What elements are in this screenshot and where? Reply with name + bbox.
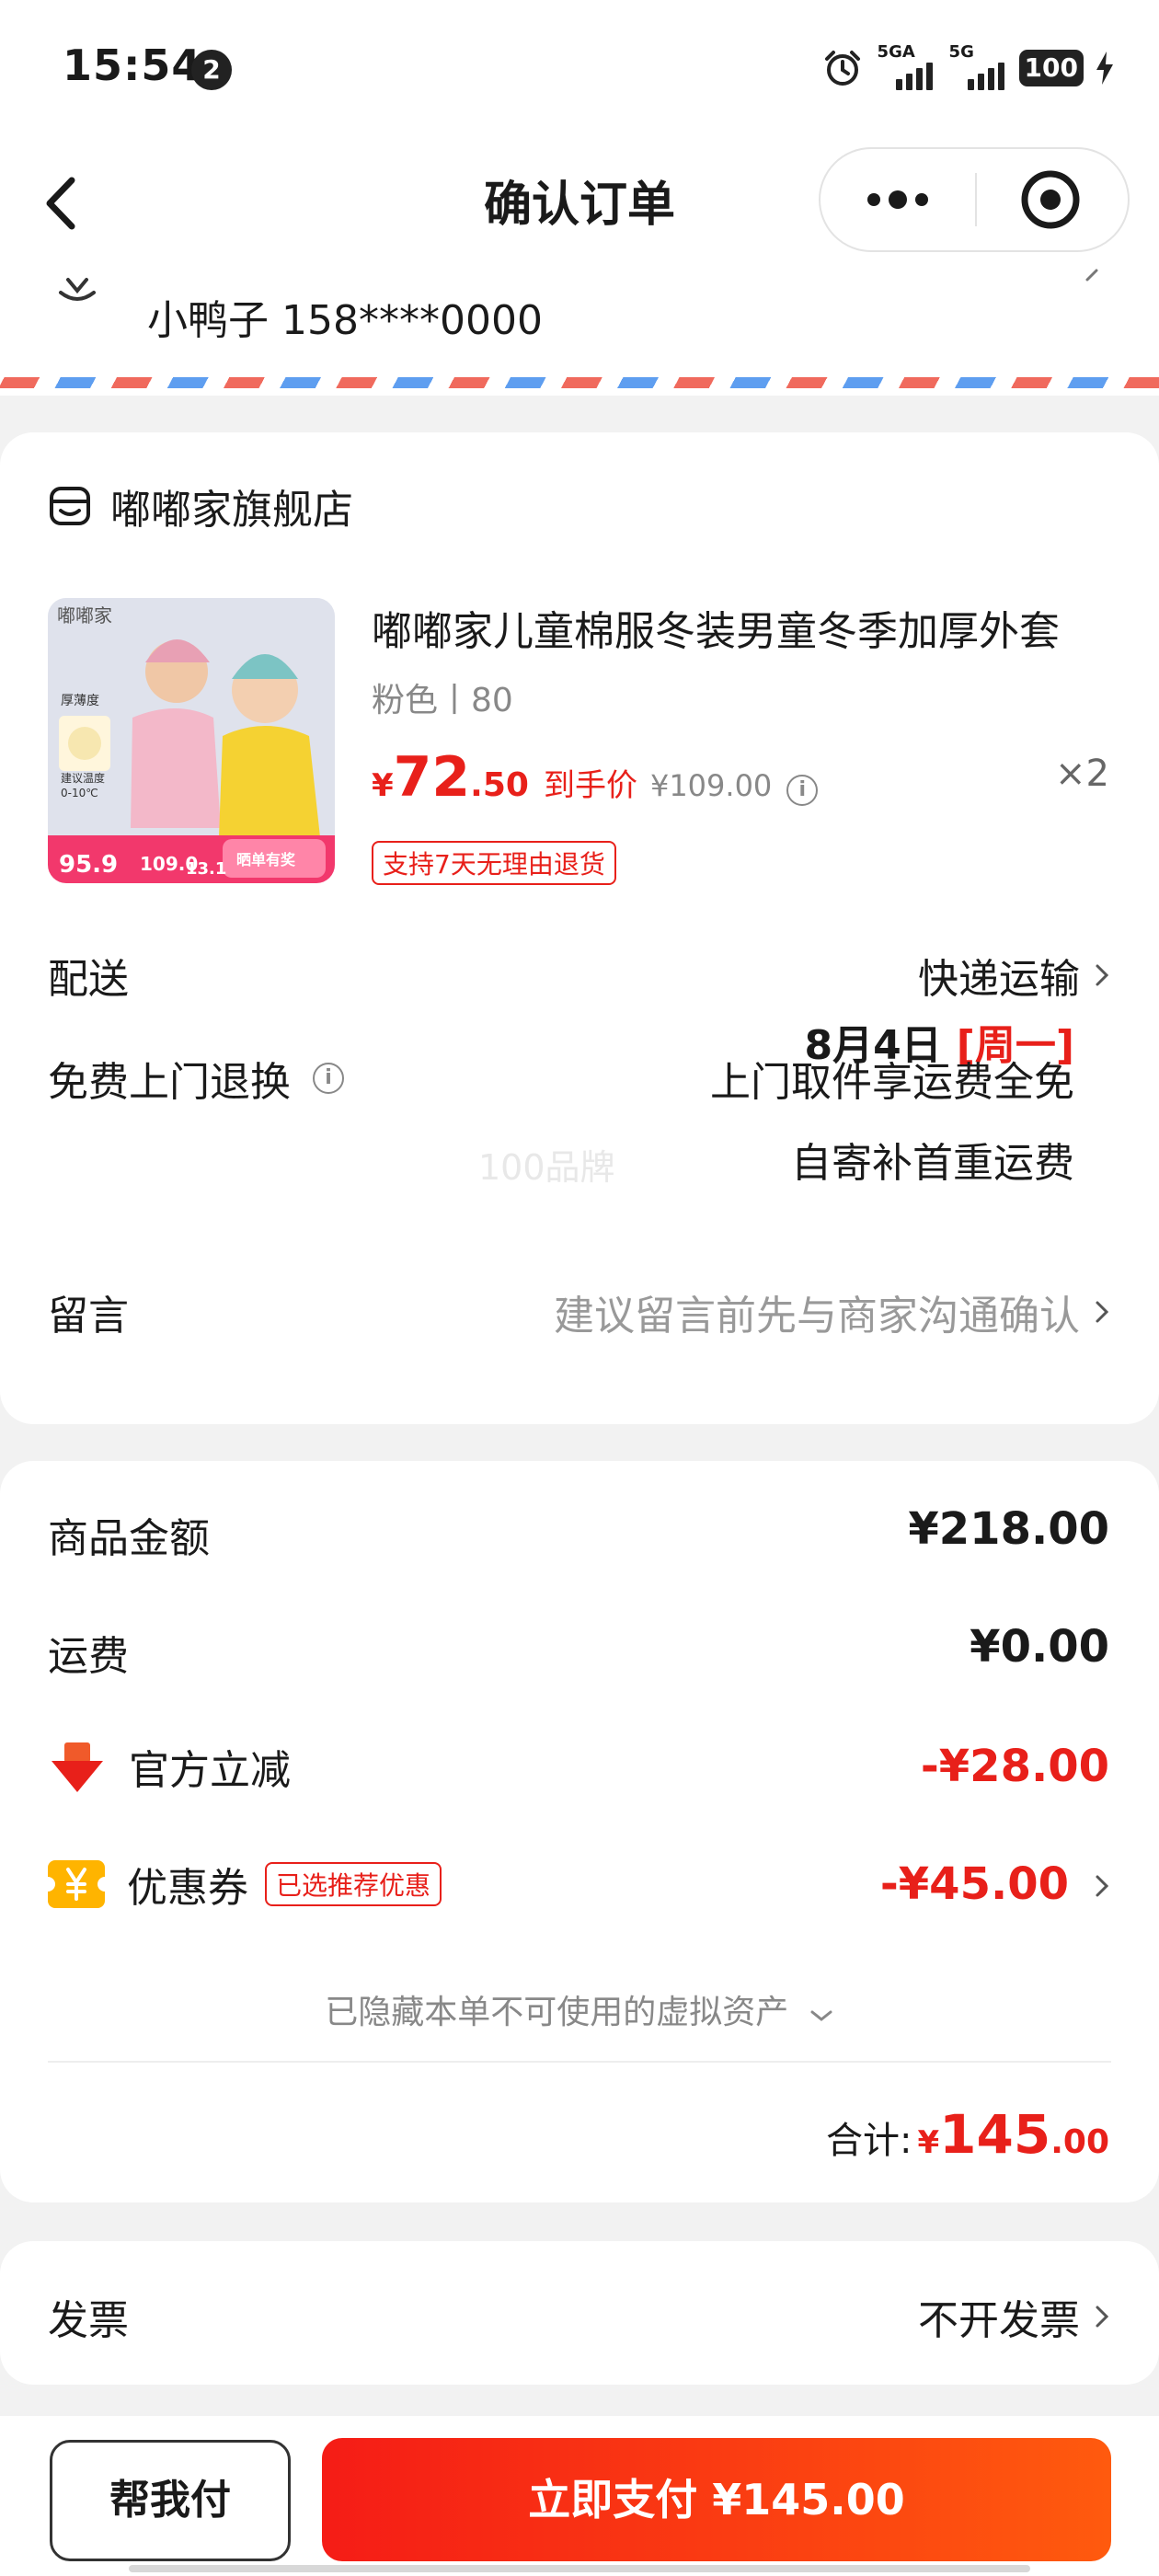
price-currency: ¥ xyxy=(372,767,394,804)
official-discount-value: -¥28.00 xyxy=(920,1741,1109,1792)
goods-amount-text: 商品金额 xyxy=(48,1515,210,1562)
store-header[interactable]: 嘟嘟家旗舰店 xyxy=(48,477,353,535)
price-row: ¥ 72 .50 到手价 ¥109.00 i xyxy=(372,745,819,810)
invoice-value-row: 不开发票 xyxy=(918,2287,1109,2346)
charging-icon xyxy=(1096,52,1113,85)
hidden-assets-text: 已隐藏本单不可使用的虚拟资产 xyxy=(325,1994,789,2031)
total-integer: 145 xyxy=(939,2103,1051,2166)
thumb-badge: 晒单有奖 xyxy=(236,851,296,868)
message-input[interactable]: 建议留言前先与商家沟通确认 xyxy=(554,1282,1109,1341)
address-contact: 小鸭子 158****0000 xyxy=(147,297,543,344)
coupon-row[interactable]: 优惠券 已选推荐优惠 xyxy=(48,1855,442,1914)
target-close-icon xyxy=(1021,170,1080,229)
nav-bar: 确认订单 xyxy=(0,138,1159,267)
official-discount-row: 官方立减 xyxy=(48,1737,291,1796)
watermark-text: 100品牌 xyxy=(478,1147,615,1188)
thumb-temp-range: 0-10℃ xyxy=(61,787,98,799)
chevron-right-icon xyxy=(1096,1875,1109,1897)
total-currency: ¥ xyxy=(917,2124,940,2161)
chevron-left-icon xyxy=(46,177,75,230)
shipping-value: ¥0.00 xyxy=(970,1621,1109,1673)
back-button[interactable] xyxy=(37,171,92,236)
home-indicator xyxy=(129,2565,1030,2572)
help-me-pay-button[interactable]: 帮我付 xyxy=(50,2440,291,2561)
shipping-text: 运费 xyxy=(48,1633,129,1680)
bottom-action-bar: 帮我付 立即支付 ¥145.00 xyxy=(0,2416,1159,2576)
status-time: 15:54 xyxy=(63,40,202,90)
alarm-icon xyxy=(824,51,860,86)
product-thumbnail-art: 嘟嘟家 厚薄度 建议温度 0-10℃ 95.9 109.0 13.1 晒单有奖 xyxy=(48,598,335,883)
thumb-price-a: 95.9 xyxy=(59,851,118,879)
product-image[interactable]: 嘟嘟家 厚薄度 建议温度 0-10℃ 95.9 109.0 13.1 晒单有奖 xyxy=(48,598,335,883)
down-arrow-discount-icon xyxy=(52,1742,103,1792)
order-total: 合计: ¥ 145 .00 xyxy=(826,2103,1109,2166)
product-spec: 粉色丨80 xyxy=(372,682,513,719)
more-button[interactable] xyxy=(820,149,975,250)
thumb-feature-text: 厚薄度 xyxy=(61,694,99,708)
coupon-value[interactable]: -¥45.00 xyxy=(880,1858,1069,1910)
notification-badge: 2 xyxy=(191,50,232,90)
thumb-temp-label: 建议温度 xyxy=(61,771,105,785)
delivery-method: 快递运输 xyxy=(918,956,1080,1003)
amount-card: 商品金额 ¥218.00 运费 ¥0.00 官方立减 -¥28.00 优惠券 已… xyxy=(0,1461,1159,2202)
message-label: 留言 xyxy=(48,1293,129,1340)
chevron-right-icon xyxy=(1096,1301,1109,1323)
free-return-row: 免费上门退换 i xyxy=(48,1049,344,1108)
store-name: 嘟嘟家旗舰店 xyxy=(110,487,353,534)
status-bar: 15:54 2 5GA 5G 100 xyxy=(0,0,1159,138)
store-icon xyxy=(50,487,90,525)
address-section[interactable]: 小鸭子 158****0000 xyxy=(0,267,1159,396)
goods-amount-label: 商品金额 xyxy=(48,1505,210,1564)
final-price-label: 到手价 xyxy=(543,767,637,804)
total-decimal: .00 xyxy=(1050,2123,1109,2161)
info-icon[interactable]: i xyxy=(313,1063,344,1094)
chevron-right-icon xyxy=(1096,964,1109,986)
official-discount-label: 官方立减 xyxy=(129,1747,291,1794)
thumb-price-c: 13.1 xyxy=(186,859,226,879)
divider xyxy=(48,2061,1111,2063)
goods-amount-value: ¥218.00 xyxy=(908,1503,1109,1555)
delivery-method-row[interactable]: 快递运输 xyxy=(918,946,1109,1005)
coupon-label: 优惠券 xyxy=(127,1865,248,1912)
original-price: ¥109.00 xyxy=(649,768,773,803)
chevron-right-icon xyxy=(1085,269,1098,282)
status-icons: 5GA 5G 100 xyxy=(822,42,1113,94)
battery-icon: 100 xyxy=(1018,50,1084,86)
coupon-recommended-tag: 已选推荐优惠 xyxy=(265,1862,442,1906)
free-return-label: 免费上门退换 xyxy=(48,1059,291,1106)
network-label-2: 5G xyxy=(948,42,974,62)
price-integer: 72 xyxy=(393,745,471,810)
hidden-assets-toggle[interactable]: 已隐藏本单不可使用的虚拟资产 xyxy=(0,1985,1159,2033)
chevron-right-icon xyxy=(1096,2306,1109,2328)
product-title[interactable]: 嘟嘟家儿童棉服冬装男童冬季加厚外套 xyxy=(372,598,1107,657)
location-pin-icon xyxy=(59,278,96,301)
delivery-label: 配送 xyxy=(48,956,129,1003)
pay-now-button[interactable]: 立即支付 ¥145.00 xyxy=(322,2438,1111,2561)
signal-5ga-icon: 5GA xyxy=(876,42,935,90)
airmail-stripe xyxy=(0,377,1159,388)
invoice-label: 发票 xyxy=(48,2297,129,2344)
invoice-card[interactable]: 发票 不开发票 xyxy=(0,2241,1159,2385)
total-label: 合计: xyxy=(825,2120,912,2162)
shipping-label: 运费 xyxy=(48,1623,129,1682)
thumb-brand-text: 嘟嘟家 xyxy=(57,604,112,627)
quantity: ×2 xyxy=(1055,753,1109,795)
free-return-line1: 上门取件享运费全免 xyxy=(710,1059,1074,1106)
chevron-down-icon xyxy=(810,2010,832,2021)
price-decimal: .50 xyxy=(470,766,529,804)
mini-program-capsule xyxy=(819,147,1130,252)
coupon-yen-icon xyxy=(48,1860,105,1908)
invoice-value: 不开发票 xyxy=(918,2297,1080,2344)
signal-5g-icon: 5G xyxy=(947,42,1006,90)
info-icon[interactable]: i xyxy=(786,775,819,806)
network-label-1: 5GA xyxy=(877,42,915,62)
message-placeholder: 建议留言前先与商家沟通确认 xyxy=(554,1293,1080,1340)
refund-policy-tag: 支持7天无理由退货 xyxy=(372,841,616,885)
close-mini-program-button[interactable] xyxy=(977,149,1130,250)
order-card: 嘟嘟家旗舰店 嘟嘟家 厚薄度 建议温度 0-10℃ 95.9 109.0 13.… xyxy=(0,432,1159,1424)
free-return-line2: 自寄补首重运费 xyxy=(791,1140,1074,1187)
more-dots-icon xyxy=(867,190,928,209)
